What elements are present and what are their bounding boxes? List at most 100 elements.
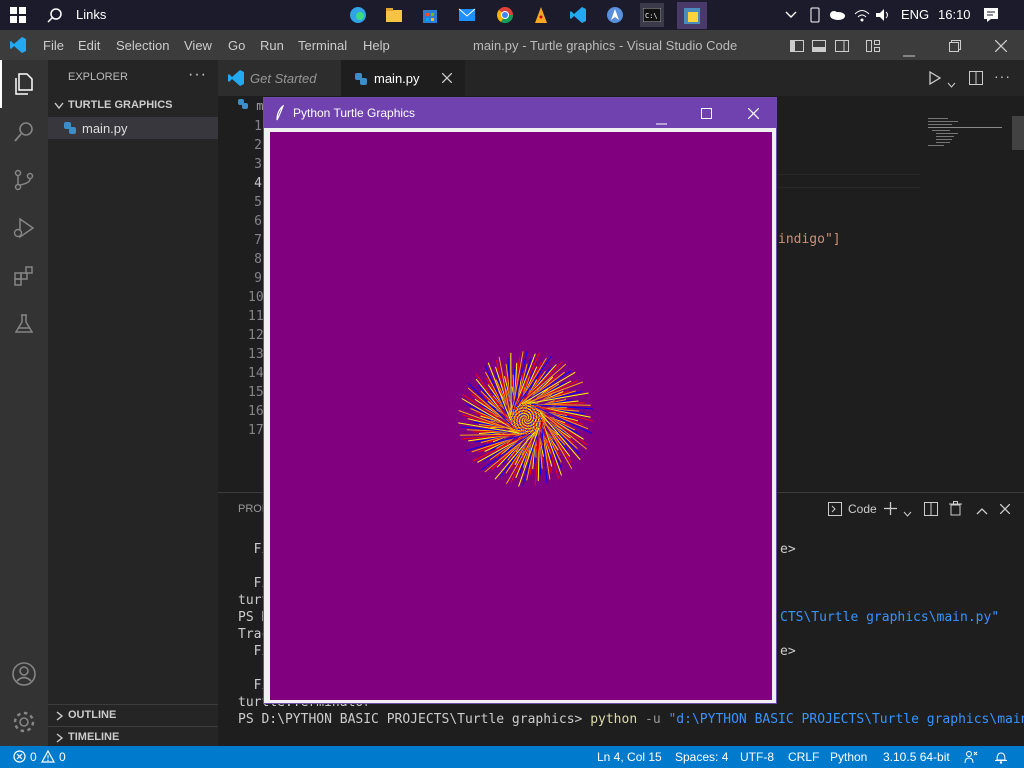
menu-selection[interactable]: Selection [116, 38, 169, 53]
testing-flask-icon[interactable] [0, 300, 48, 348]
line-number: 5 [254, 195, 262, 210]
title-menu-bar: File Edit Selection View Go Run Terminal… [0, 30, 1024, 60]
python-turtle-taskbar-icon[interactable] [677, 2, 707, 29]
window-title: main.py - Turtle graphics - Visual Studi… [473, 38, 738, 53]
minimap[interactable] [924, 116, 1010, 156]
maximize-panel-chevron-up-icon[interactable] [976, 504, 988, 519]
language-indicator[interactable]: ENG [901, 7, 929, 22]
tab-label: main.py [374, 71, 420, 86]
timeline-section[interactable]: TIMELINE [48, 726, 218, 746]
terminal-profile-label[interactable]: Code [848, 502, 877, 516]
outline-label: OUTLINE [68, 709, 117, 721]
code-string-fragment: indigo"] [778, 232, 841, 247]
file-explorer-icon[interactable] [382, 3, 406, 27]
terminal-path-tail: CTS\Turtle graphics\main.py" [780, 610, 1000, 625]
turtle-canvas[interactable] [270, 132, 772, 700]
menu-view[interactable]: View [184, 38, 212, 53]
split-editor-icon[interactable] [969, 71, 983, 90]
app-icon[interactable] [603, 3, 627, 27]
more-actions-icon[interactable]: ··· [994, 68, 1011, 84]
menu-run[interactable]: Run [260, 38, 284, 53]
account-icon[interactable] [0, 650, 48, 698]
tab-label: Get Started [250, 71, 317, 86]
close-tab-icon[interactable] [442, 73, 452, 83]
notifications-icon[interactable] [979, 3, 1003, 27]
line-number: 7 [254, 233, 262, 248]
turtle-minimize-icon[interactable] [656, 112, 667, 130]
explorer-files-icon[interactable] [0, 60, 48, 108]
run-dropdown-chevron-icon[interactable] [947, 75, 956, 93]
pizza-app-icon[interactable] [529, 3, 553, 27]
end-of-line[interactable]: CRLF [788, 750, 819, 764]
python-turtle-graphics-window[interactable]: Python Turtle Graphics [263, 97, 777, 704]
terminal-icon[interactable]: C:\ [640, 3, 664, 27]
close-panel-icon[interactable] [999, 503, 1011, 518]
toggle-panel-icon[interactable] [812, 39, 826, 57]
feedback-icon[interactable] [964, 750, 978, 767]
menu-help[interactable]: Help [363, 38, 390, 53]
turtle-window-titlebar[interactable]: Python Turtle Graphics [264, 98, 776, 128]
python-interpreter[interactable]: 3.10.5 64-bit [883, 750, 950, 764]
toggle-sidebar-icon[interactable] [790, 39, 804, 57]
explorer-sidebar: EXPLORER ··· TURTLE GRAPHICS main.py OUT… [48, 60, 218, 746]
editor-scrollbar[interactable] [1012, 116, 1024, 150]
chrome-icon[interactable] [493, 3, 517, 27]
chevron-up-icon[interactable] [779, 3, 803, 27]
close-window-icon[interactable] [994, 39, 1008, 57]
vscode-taskbar-icon[interactable] [566, 3, 590, 27]
outline-section[interactable]: OUTLINE [48, 704, 218, 724]
tab-main-py[interactable]: main.py [341, 60, 465, 96]
warning-icon[interactable] [40, 749, 56, 766]
error-icon[interactable] [13, 750, 26, 766]
split-terminal-icon[interactable] [924, 502, 938, 520]
taskbar-search-text[interactable]: Links [76, 7, 106, 22]
menu-file[interactable]: File [43, 38, 64, 53]
python-file-icon [238, 99, 249, 113]
customize-layout-icon[interactable] [866, 39, 880, 57]
notifications-bell-icon[interactable] [995, 750, 1007, 767]
turtle-close-icon[interactable] [747, 106, 760, 124]
mail-icon[interactable] [455, 3, 479, 27]
chevron-right-icon [56, 711, 64, 721]
indentation[interactable]: Spaces: 4 [675, 750, 728, 764]
windows-start-icon[interactable] [6, 3, 30, 27]
menu-go[interactable]: Go [228, 38, 245, 53]
toggle-secondary-sidebar-icon[interactable] [835, 39, 849, 57]
run-python-file-icon[interactable] [929, 70, 942, 90]
new-terminal-icon[interactable] [884, 502, 897, 519]
turtle-maximize-icon[interactable] [701, 106, 712, 124]
error-count[interactable]: 0 [30, 750, 37, 764]
language-mode[interactable]: Python [830, 750, 867, 764]
terminal-flag: -u [645, 712, 661, 727]
current-line-highlight [778, 174, 920, 188]
source-control-icon[interactable] [0, 156, 48, 204]
menu-edit[interactable]: Edit [78, 38, 100, 53]
search-icon[interactable] [0, 108, 48, 156]
encoding[interactable]: UTF-8 [740, 750, 774, 764]
onedrive-icon[interactable] [825, 3, 849, 27]
edge-icon[interactable] [346, 3, 370, 27]
store-icon[interactable] [418, 3, 442, 27]
extensions-icon[interactable] [0, 252, 48, 300]
terminal-command-line: PS D:\PYTHON BASIC PROJECTS\Turtle graph… [238, 712, 1024, 727]
restore-icon[interactable] [949, 39, 961, 57]
kill-terminal-trash-icon[interactable] [949, 501, 962, 520]
phone-link-icon[interactable] [803, 3, 827, 27]
search-icon[interactable] [43, 3, 67, 27]
line-number: 10 [248, 290, 264, 305]
python-file-icon [64, 121, 76, 139]
warning-count[interactable]: 0 [59, 750, 66, 764]
tab-get-started[interactable]: Get Started [218, 60, 341, 96]
screen: Links C:\ ENG 16:10 File Edit Selection … [0, 0, 1024, 768]
more-actions-icon[interactable]: ··· [188, 66, 207, 84]
folder-turtle-graphics[interactable]: TURTLE GRAPHICS [48, 96, 218, 116]
run-debug-icon[interactable] [0, 204, 48, 252]
volume-icon[interactable] [871, 3, 895, 27]
menu-terminal[interactable]: Terminal [298, 38, 347, 53]
file-main-py[interactable]: main.py [48, 117, 218, 139]
terminal-dropdown-chevron-icon[interactable] [903, 506, 912, 521]
breadcrumb[interactable]: m [238, 99, 263, 113]
cursor-position[interactable]: Ln 4, Col 15 [597, 750, 662, 764]
clock[interactable]: 16:10 [938, 7, 971, 22]
settings-gear-icon[interactable] [0, 698, 48, 746]
